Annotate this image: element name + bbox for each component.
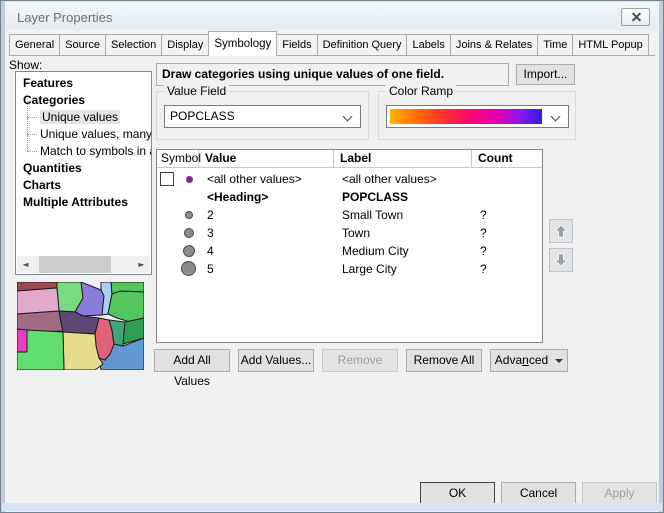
- tree-item-quantities[interactable]: Quantities: [16, 160, 151, 177]
- show-tree-listbox: Features Categories Unique values Unique…: [15, 71, 152, 275]
- tab-symbology[interactable]: Symbology: [208, 31, 277, 56]
- add-all-values-button[interactable]: Add All Values: [154, 349, 230, 372]
- chevron-down-icon: [343, 112, 353, 122]
- close-button[interactable]: [621, 8, 650, 26]
- tab-html-popup[interactable]: HTML Popup: [572, 34, 648, 55]
- cell-value: 5: [207, 260, 214, 278]
- table-row-heading[interactable]: <Heading> POPCLASS: [157, 188, 542, 206]
- tree-item-multiple-attributes[interactable]: Multiple Attributes: [16, 194, 151, 211]
- map-preview: [17, 282, 144, 370]
- show-label: Show:: [9, 58, 42, 72]
- tree-item-categories[interactable]: Categories: [16, 92, 151, 109]
- remove-button[interactable]: Remove: [322, 349, 398, 372]
- window-resize-edge: [2, 503, 662, 511]
- column-header-symbol[interactable]: Symbol: [157, 150, 199, 167]
- draw-method-description: Draw categories using unique values of o…: [156, 63, 509, 86]
- map-state: [17, 329, 27, 352]
- tab-source[interactable]: Source: [59, 34, 106, 55]
- cell-value: <all other values>: [207, 170, 302, 188]
- map-state: [17, 311, 63, 332]
- remove-all-button[interactable]: Remove All: [406, 349, 482, 372]
- close-icon: [630, 12, 641, 23]
- cell-label: Town: [342, 224, 370, 242]
- import-button[interactable]: Import...: [516, 64, 575, 85]
- move-down-button[interactable]: [549, 248, 573, 272]
- scrollbar-thumb[interactable]: [39, 256, 111, 273]
- window-title: Layer Properties: [17, 10, 112, 25]
- cell-label: <all other values>: [342, 170, 437, 188]
- column-header-value[interactable]: Value: [199, 150, 334, 167]
- color-ramp-swatch: [390, 109, 542, 124]
- tab-display[interactable]: Display: [161, 34, 209, 55]
- tab-labels[interactable]: Labels: [406, 34, 450, 55]
- cell-value: 4: [207, 242, 214, 260]
- tree-item-unique-values-many[interactable]: Unique values, many: [16, 126, 151, 143]
- cell-label: Small Town: [342, 206, 403, 224]
- advanced-label: Adva: [495, 353, 522, 367]
- graduated-circle-icon: [181, 261, 196, 276]
- move-up-button[interactable]: [549, 219, 573, 243]
- header-divider: [157, 167, 542, 168]
- table-row-class-4[interactable]: 4 Medium City ?: [157, 242, 542, 260]
- table-row-class-5[interactable]: 5 Large City ?: [157, 260, 542, 278]
- unique-values-table: Symbol Value Label Count <all other valu…: [156, 149, 543, 343]
- graduated-circle-icon: [184, 228, 194, 238]
- table-row-all-other-values[interactable]: <all other values> <all other values>: [157, 170, 542, 188]
- map-state: [108, 291, 144, 322]
- cell-count: ?: [480, 242, 487, 260]
- table-row-class-3[interactable]: 3 Town ?: [157, 224, 542, 242]
- cell-value: 2: [207, 206, 214, 224]
- map-state: [17, 288, 59, 314]
- cell-count: ?: [480, 260, 487, 278]
- add-values-button[interactable]: Add Values...: [238, 349, 314, 372]
- tree-item-features[interactable]: Features: [16, 75, 151, 92]
- advanced-label-end: ced: [529, 353, 548, 367]
- color-ramp-group-label: Color Ramp: [386, 84, 456, 98]
- arrow-down-icon: [554, 253, 568, 267]
- apply-button[interactable]: Apply: [582, 482, 657, 504]
- column-header-count[interactable]: Count: [472, 150, 542, 167]
- tab-selection[interactable]: Selection: [105, 34, 162, 55]
- cell-value: 3: [207, 224, 214, 242]
- tab-strip: General Source Selection Display Symbolo…: [9, 32, 655, 56]
- arrow-up-icon: [554, 224, 568, 238]
- scroll-left-icon[interactable]: ◄: [17, 256, 34, 273]
- color-ramp-combobox[interactable]: [386, 105, 569, 128]
- value-field-selected: POPCLASS: [170, 109, 235, 123]
- ok-button[interactable]: OK: [420, 482, 495, 504]
- tree-item-match-to-symbols[interactable]: Match to symbols in a: [16, 143, 151, 160]
- chevron-down-icon: [551, 112, 561, 122]
- dropdown-arrow-icon: [555, 359, 563, 363]
- all-other-values-checkbox[interactable]: [160, 172, 174, 186]
- title-bar[interactable]: Layer Properties: [5, 2, 659, 30]
- point-symbol-icon: [186, 176, 193, 183]
- scroll-right-icon[interactable]: ►: [133, 256, 150, 273]
- table-row-class-2[interactable]: 2 Small Town ?: [157, 206, 542, 224]
- graduated-circle-icon: [185, 211, 193, 219]
- tab-general[interactable]: General: [9, 34, 60, 55]
- column-header-label[interactable]: Label: [334, 150, 472, 167]
- tree-item-unique-values[interactable]: Unique values: [16, 109, 151, 126]
- cell-count: ?: [480, 224, 487, 242]
- cell-label: Large City: [342, 260, 397, 278]
- advanced-button[interactable]: Advanced: [490, 349, 568, 372]
- value-field-group-label: Value Field: [164, 84, 229, 98]
- tree-horizontal-scrollbar[interactable]: ◄ ►: [17, 256, 150, 273]
- layer-properties-dialog: Layer Properties General Source Selectio…: [0, 0, 664, 513]
- cell-label: POPCLASS: [342, 188, 408, 206]
- value-field-combobox[interactable]: POPCLASS: [164, 105, 361, 128]
- cell-label: Medium City: [342, 242, 409, 260]
- cell-count: ?: [480, 206, 487, 224]
- graduated-circle-icon: [183, 245, 195, 257]
- tree-item-charts[interactable]: Charts: [16, 177, 151, 194]
- tab-definition-query[interactable]: Definition Query: [317, 34, 408, 55]
- advanced-accelerator: n: [522, 353, 529, 367]
- cell-value: <Heading>: [207, 188, 268, 206]
- tab-time[interactable]: Time: [537, 34, 573, 55]
- cancel-button[interactable]: Cancel: [501, 482, 576, 504]
- tab-fields[interactable]: Fields: [276, 34, 317, 55]
- tab-joins-relates[interactable]: Joins & Relates: [450, 34, 538, 55]
